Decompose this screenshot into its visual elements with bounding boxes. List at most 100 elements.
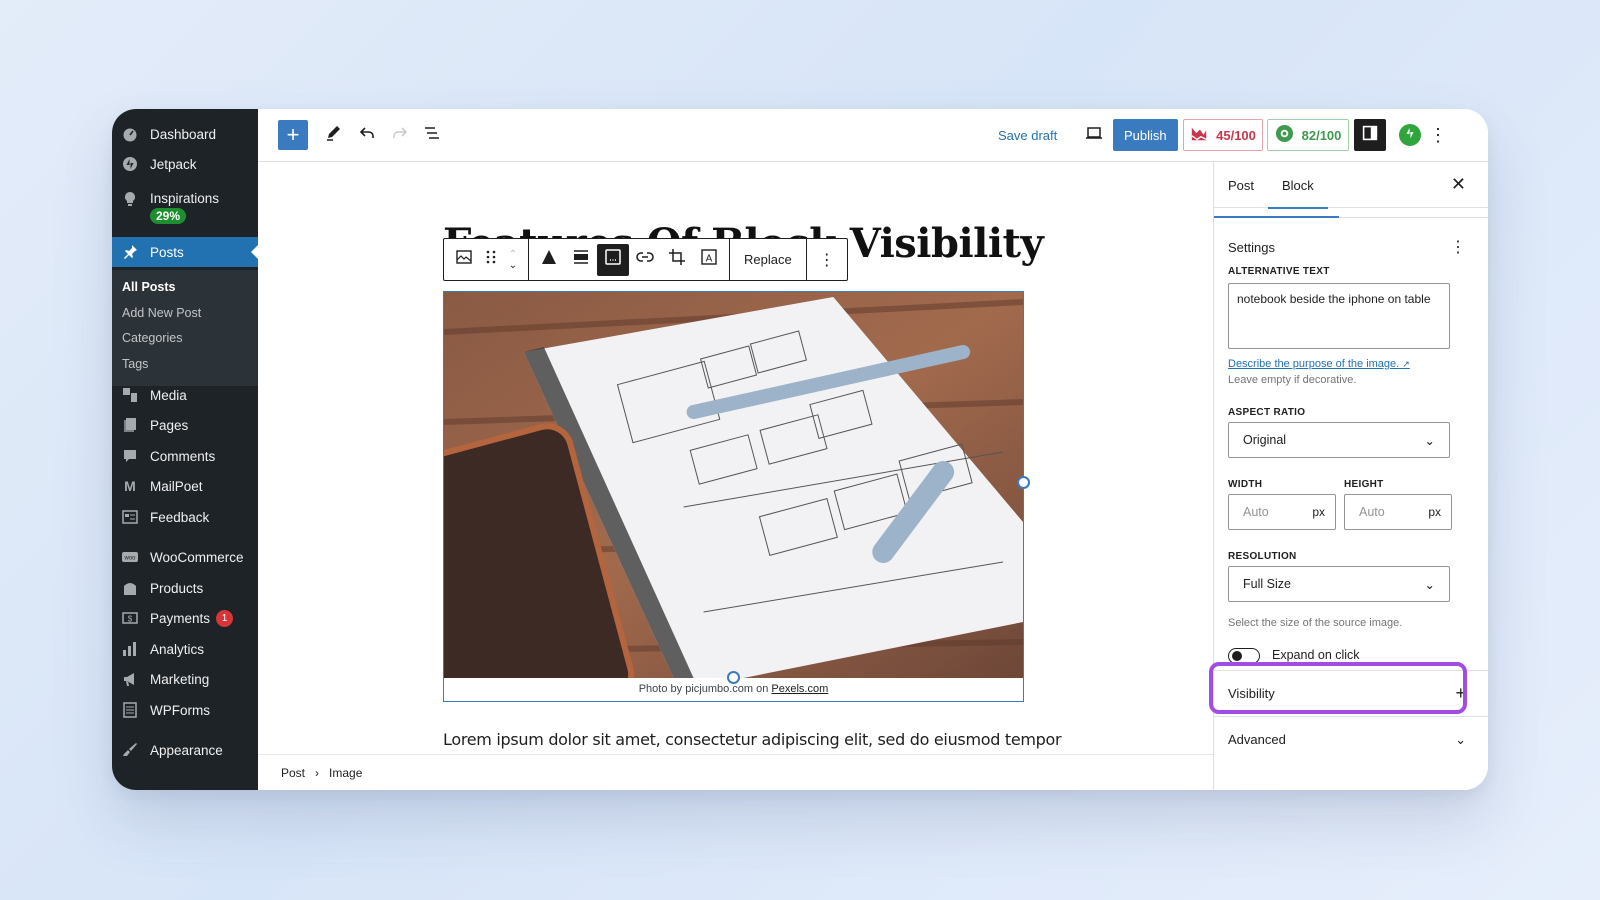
text-overlay-button[interactable]: A — [693, 244, 725, 276]
tools-button[interactable] — [318, 119, 350, 151]
payments-icon: $ — [122, 610, 138, 626]
undo-icon — [357, 123, 377, 148]
sidebar-item-payments[interactable]: $ Payments 1 — [112, 603, 258, 633]
advanced-panel-toggle[interactable]: Advanced ⌄ — [1214, 716, 1488, 762]
settings-panel: Post Block ✕ Settings ⋮ ALTERNATIVE TEXT… — [1213, 162, 1488, 790]
sidebar-item-pages[interactable]: Pages — [112, 410, 258, 440]
alt-text-label: ALTERNATIVE TEXT — [1228, 266, 1330, 277]
submenu-tags[interactable]: Tags — [122, 357, 148, 371]
pages-icon — [122, 417, 138, 433]
tab-block[interactable]: Block — [1268, 162, 1328, 209]
height-label: HEIGHT — [1344, 479, 1384, 490]
crop-button[interactable] — [661, 244, 693, 276]
svg-text:$: $ — [128, 615, 133, 624]
image-caption[interactable]: Photo by picjumbo.com on Pexels.com — [444, 683, 1023, 695]
submenu-categories[interactable]: Categories — [122, 331, 182, 345]
settings-options-button[interactable]: ⋮ — [1450, 237, 1466, 257]
pexels-link[interactable]: Pexels.com — [771, 683, 828, 695]
duotone-button[interactable] — [533, 244, 565, 276]
sidebar-item-posts[interactable]: Posts — [112, 237, 258, 267]
sidebar-item-comments[interactable]: Comments — [112, 441, 258, 471]
caption-icon — [603, 247, 623, 272]
editor-window: Dashboard Jetpack Inspirations 29% Posts… — [112, 109, 1488, 790]
expand-on-click-toggle[interactable] — [1228, 648, 1260, 664]
sidebar-item-dashboard[interactable]: Dashboard — [112, 119, 258, 149]
jetpack-bolt-icon — [1403, 126, 1417, 145]
sidebar-item-wpforms[interactable]: WPForms — [112, 695, 258, 725]
resolution-help-text: Select the size of the source image. — [1228, 617, 1403, 629]
alt-help-link[interactable]: Describe the purpose of the image. ↗ — [1228, 358, 1410, 370]
sidebar-item-woocommerce[interactable]: woo WooCommerce — [112, 542, 258, 572]
sidebar-item-marketing[interactable]: Marketing — [112, 664, 258, 694]
undo-button[interactable] — [351, 119, 383, 151]
svg-text:A: A — [706, 254, 713, 265]
publish-button[interactable]: Publish — [1113, 119, 1178, 151]
caption-button[interactable] — [597, 243, 629, 276]
link-button[interactable] — [629, 244, 661, 276]
submenu-all-posts[interactable]: All Posts — [122, 280, 176, 294]
drag-icon — [481, 247, 501, 272]
tab-post[interactable]: Post — [1228, 162, 1254, 208]
close-panel-button[interactable]: ✕ — [1451, 174, 1466, 195]
settings-sidebar-toggle[interactable] — [1354, 119, 1386, 151]
sidebar-item-feedback[interactable]: Feedback — [112, 502, 258, 532]
save-draft-button[interactable]: Save draft — [998, 119, 1057, 151]
image-block[interactable]: Photo by picjumbo.com on Pexels.com — [443, 291, 1030, 702]
notebook-photo — [444, 292, 1023, 678]
lightbulb-icon — [122, 191, 138, 207]
sidebar-item-products[interactable]: Products — [112, 573, 258, 603]
redo-icon — [390, 123, 410, 148]
chevron-right-icon: › — [315, 765, 320, 780]
kebab-icon: ⋮ — [1450, 239, 1466, 256]
aspect-ratio-select[interactable]: Original ⌄ — [1228, 422, 1450, 458]
align-button[interactable] — [565, 244, 597, 276]
width-input[interactable]: Auto px — [1228, 494, 1336, 530]
seo-score-button[interactable]: 45/100 — [1183, 119, 1263, 151]
resize-handle-bottom[interactable] — [727, 671, 740, 684]
external-link-icon: ↗ — [1402, 359, 1410, 369]
block-mover: ⌃ ⌄ — [502, 249, 524, 271]
sidebar-item-analytics[interactable]: Analytics — [112, 634, 258, 664]
breadcrumb-image[interactable]: Image — [329, 766, 362, 780]
breadcrumb-post[interactable]: Post — [281, 766, 305, 780]
redo-button[interactable] — [384, 119, 416, 151]
preview-button[interactable] — [1078, 119, 1110, 151]
block-toolbar: ⌃ ⌄ A Replace ⋮ — [443, 238, 848, 281]
paragraph-block[interactable]: Lorem ipsum dolor sit amet, consectetur … — [443, 730, 1062, 749]
feedback-icon — [122, 509, 138, 525]
add-block-button[interactable]: + — [278, 120, 308, 150]
document-overview-button[interactable] — [416, 119, 448, 151]
move-up-icon[interactable]: ⌃ — [509, 249, 517, 260]
readability-gear-icon — [1275, 124, 1294, 146]
sidebar-item-jetpack[interactable]: Jetpack — [112, 149, 258, 179]
kebab-icon: ⋮ — [1429, 124, 1447, 145]
sidebar-item-mailpoet[interactable]: M MailPoet — [112, 471, 258, 501]
jetpack-button[interactable] — [1399, 124, 1421, 146]
close-icon: ✕ — [1450, 174, 1466, 194]
alt-text-input[interactable]: notebook beside the iphone on table — [1228, 283, 1450, 349]
move-down-icon[interactable]: ⌄ — [509, 260, 517, 271]
megaphone-icon — [122, 671, 138, 687]
height-input[interactable]: Auto px — [1344, 494, 1452, 530]
drag-handle[interactable] — [480, 244, 502, 276]
chevron-down-icon: ⌄ — [1455, 731, 1466, 747]
block-options-button[interactable]: ⋮ — [811, 244, 843, 276]
progress-badge: 29% — [150, 208, 187, 224]
block-type-button[interactable] — [448, 244, 480, 276]
text-overlay-icon: A — [699, 247, 719, 272]
readability-score-button[interactable]: 82/100 — [1267, 119, 1349, 151]
jetpack-icon — [122, 156, 138, 172]
options-menu-button[interactable]: ⋮ — [1428, 119, 1448, 151]
resize-handle-right[interactable] — [1017, 476, 1030, 489]
settings-heading: Settings — [1228, 240, 1275, 255]
visibility-panel-toggle[interactable]: Visibility + — [1214, 670, 1488, 716]
resolution-select[interactable]: Full Size ⌄ — [1228, 566, 1450, 602]
pin-icon — [122, 244, 138, 260]
sidebar-item-appearance[interactable]: Appearance — [112, 735, 258, 765]
replace-button[interactable]: Replace — [734, 244, 802, 276]
sidebar-item-media[interactable]: Media — [112, 380, 258, 410]
sidebar-item-inspirations[interactable]: Inspirations 29% — [112, 187, 258, 231]
submenu-add-new-post[interactable]: Add New Post — [122, 306, 201, 320]
alt-help-text: Leave empty if decorative. — [1228, 374, 1357, 386]
analytics-icon — [122, 641, 138, 657]
